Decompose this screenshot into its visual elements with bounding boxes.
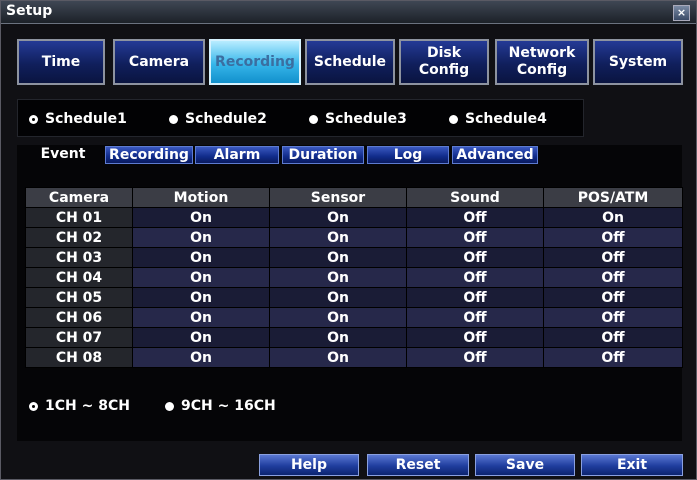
table-row: CH 05 On On Off Off xyxy=(25,287,683,308)
tab-network-config[interactable]: Network Config xyxy=(495,39,589,85)
motion-cell[interactable]: On xyxy=(132,207,270,228)
sound-cell[interactable]: Off xyxy=(406,327,544,348)
motion-cell[interactable]: On xyxy=(132,227,270,248)
schedule3-radio[interactable]: Schedule3 xyxy=(309,111,407,127)
radio-selected-icon xyxy=(29,114,38,124)
sensor-cell[interactable]: On xyxy=(269,227,407,248)
schedule2-label: Schedule2 xyxy=(185,111,267,127)
pos-atm-cell[interactable]: On xyxy=(543,207,683,228)
tab-schedule[interactable]: Schedule xyxy=(305,39,395,85)
schedule4-label: Schedule4 xyxy=(465,111,547,127)
sensor-cell[interactable]: On xyxy=(269,287,407,308)
sensor-cell[interactable]: On xyxy=(269,307,407,328)
motion-cell[interactable]: On xyxy=(132,307,270,328)
motion-cell[interactable]: On xyxy=(132,267,270,288)
subtab-event[interactable]: Event xyxy=(25,146,101,164)
subtab-log[interactable]: Log xyxy=(367,146,449,164)
camera-cell: CH 04 xyxy=(25,267,133,288)
radio-icon xyxy=(165,401,174,411)
sound-cell[interactable]: Off xyxy=(406,307,544,328)
pos-atm-cell[interactable]: Off xyxy=(543,267,683,288)
radio-icon xyxy=(169,114,178,124)
camera-cell: CH 03 xyxy=(25,247,133,268)
range-9-16-radio[interactable]: 9CH ~ 16CH xyxy=(165,398,276,414)
table-header-row: Camera Motion Sensor Sound POS/ATM xyxy=(25,187,683,208)
subtab-alarm[interactable]: Alarm xyxy=(195,146,279,164)
table-row: CH 08 On On Off Off xyxy=(25,347,683,368)
subtab-advanced[interactable]: Advanced xyxy=(452,146,538,164)
tab-camera[interactable]: Camera xyxy=(113,39,205,85)
sound-cell[interactable]: Off xyxy=(406,207,544,228)
sound-cell[interactable]: Off xyxy=(406,267,544,288)
col-header-pos-atm: POS/ATM xyxy=(543,187,683,208)
table-row: CH 04 On On Off Off xyxy=(25,267,683,288)
tab-recording[interactable]: Recording xyxy=(209,39,301,85)
range-1-8-label: 1CH ~ 8CH xyxy=(45,398,130,414)
title-bar: Setup × xyxy=(1,1,696,24)
table-row: CH 07 On On Off Off xyxy=(25,327,683,348)
sensor-cell[interactable]: On xyxy=(269,207,407,228)
save-button[interactable]: Save xyxy=(475,454,575,476)
table-row: CH 03 On On Off Off xyxy=(25,247,683,268)
radio-selected-icon xyxy=(29,401,38,411)
col-header-motion: Motion xyxy=(132,187,270,208)
table-row: CH 01 On On Off On xyxy=(25,207,683,228)
subtab-duration[interactable]: Duration xyxy=(282,146,364,164)
reset-button[interactable]: Reset xyxy=(367,454,469,476)
sensor-cell[interactable]: On xyxy=(269,347,407,368)
radio-icon xyxy=(309,114,318,124)
radio-icon xyxy=(449,114,458,124)
camera-cell: CH 02 xyxy=(25,227,133,248)
sensor-cell[interactable]: On xyxy=(269,247,407,268)
pos-atm-cell[interactable]: Off xyxy=(543,287,683,308)
tab-disk-config[interactable]: Disk Config xyxy=(399,39,489,85)
table-row: CH 06 On On Off Off xyxy=(25,307,683,328)
schedule2-radio[interactable]: Schedule2 xyxy=(169,111,267,127)
sensor-cell[interactable]: On xyxy=(269,267,407,288)
range-9-16-label: 9CH ~ 16CH xyxy=(181,398,276,414)
range-1-8-radio[interactable]: 1CH ~ 8CH xyxy=(29,398,130,414)
sound-cell[interactable]: Off xyxy=(406,347,544,368)
help-button[interactable]: Help xyxy=(259,454,359,476)
pos-atm-cell[interactable]: Off xyxy=(543,307,683,328)
sensor-cell[interactable]: On xyxy=(269,327,407,348)
camera-cell: CH 05 xyxy=(25,287,133,308)
schedule1-radio[interactable]: Schedule1 xyxy=(29,111,127,127)
close-icon[interactable]: × xyxy=(673,5,690,21)
exit-button[interactable]: Exit xyxy=(581,454,683,476)
schedule3-label: Schedule3 xyxy=(325,111,407,127)
pos-atm-cell[interactable]: Off xyxy=(543,247,683,268)
motion-cell[interactable]: On xyxy=(132,327,270,348)
motion-cell[interactable]: On xyxy=(132,347,270,368)
setup-window: Setup × Time Camera Recording Schedule D… xyxy=(0,0,697,480)
pos-atm-cell[interactable]: Off xyxy=(543,227,683,248)
camera-cell: CH 08 xyxy=(25,347,133,368)
event-table: Camera Motion Sensor Sound POS/ATM CH 01… xyxy=(25,187,683,368)
col-header-camera: Camera xyxy=(25,187,133,208)
pos-atm-cell[interactable]: Off xyxy=(543,327,683,348)
sound-cell[interactable]: Off xyxy=(406,227,544,248)
sound-cell[interactable]: Off xyxy=(406,287,544,308)
col-header-sensor: Sensor xyxy=(269,187,407,208)
table-row: CH 02 On On Off Off xyxy=(25,227,683,248)
motion-cell[interactable]: On xyxy=(132,247,270,268)
camera-cell: CH 01 xyxy=(25,207,133,228)
subtab-recording[interactable]: Recording xyxy=(105,146,193,164)
tab-system[interactable]: System xyxy=(593,39,683,85)
schedule4-radio[interactable]: Schedule4 xyxy=(449,111,547,127)
pos-atm-cell[interactable]: Off xyxy=(543,347,683,368)
schedule1-label: Schedule1 xyxy=(45,111,127,127)
tab-time[interactable]: Time xyxy=(17,39,105,85)
window-title: Setup xyxy=(6,3,53,19)
motion-cell[interactable]: On xyxy=(132,287,270,308)
col-header-sound: Sound xyxy=(406,187,544,208)
camera-cell: CH 06 xyxy=(25,307,133,328)
camera-cell: CH 07 xyxy=(25,327,133,348)
sound-cell[interactable]: Off xyxy=(406,247,544,268)
